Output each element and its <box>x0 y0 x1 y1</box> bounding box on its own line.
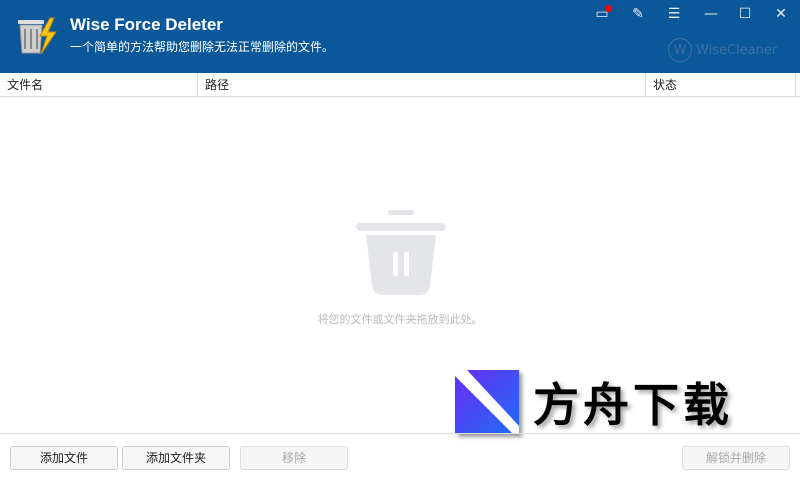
brand-name: WiseCleaner <box>696 42 778 58</box>
trash-lightning-icon <box>18 17 57 55</box>
unlock-delete-button[interactable]: 解锁并删除 <box>682 446 790 470</box>
column-filename[interactable]: 文件名 <box>0 73 198 97</box>
close-button[interactable]: ✕ <box>770 4 792 24</box>
watermark: 方舟下载 <box>455 369 733 435</box>
minimize-icon: — <box>704 6 718 22</box>
column-path[interactable]: 路径 <box>198 73 646 97</box>
remove-button[interactable]: 移除 <box>240 446 348 470</box>
minimize-button[interactable]: — <box>700 4 722 24</box>
empty-trash-icon <box>356 210 446 295</box>
menu-icon: ☰ <box>667 6 681 22</box>
watermark-logo <box>455 370 519 434</box>
app-title: Wise Force Deleter <box>70 15 223 34</box>
brand-mark: W <box>668 38 692 62</box>
title-bar: Wise Force Deleter 一个简单的方法帮助您删除无法正常删除的文件… <box>0 0 800 73</box>
feedback-button[interactable]: ▭ <box>591 4 613 24</box>
file-list-header: 文件名 路径 状态 <box>0 73 800 97</box>
wisecleaner-logo: W WiseCleaner <box>668 38 777 62</box>
watermark-text: 方舟下载 <box>533 378 733 432</box>
add-file-button[interactable]: 添加文件 <box>10 446 118 470</box>
maximize-button[interactable]: ☐ <box>734 4 756 24</box>
drop-hint: 将您的文件或文件夹拖放到此处。 <box>317 313 483 326</box>
close-icon: ✕ <box>775 6 787 22</box>
footer-toolbar: 添加文件 添加文件夹 移除 解锁并删除 <box>0 433 800 481</box>
app-subtitle: 一个简单的方法帮助您删除无法正常删除的文件。 <box>70 40 335 54</box>
maximize-icon: ☐ <box>738 6 752 22</box>
notification-badge <box>605 5 612 12</box>
edit-button[interactable]: ✎ <box>627 4 649 24</box>
column-status[interactable]: 状态 <box>646 73 796 97</box>
add-folder-button[interactable]: 添加文件夹 <box>122 446 230 470</box>
menu-button[interactable]: ☰ <box>663 4 685 24</box>
edit-icon: ✎ <box>632 6 644 22</box>
